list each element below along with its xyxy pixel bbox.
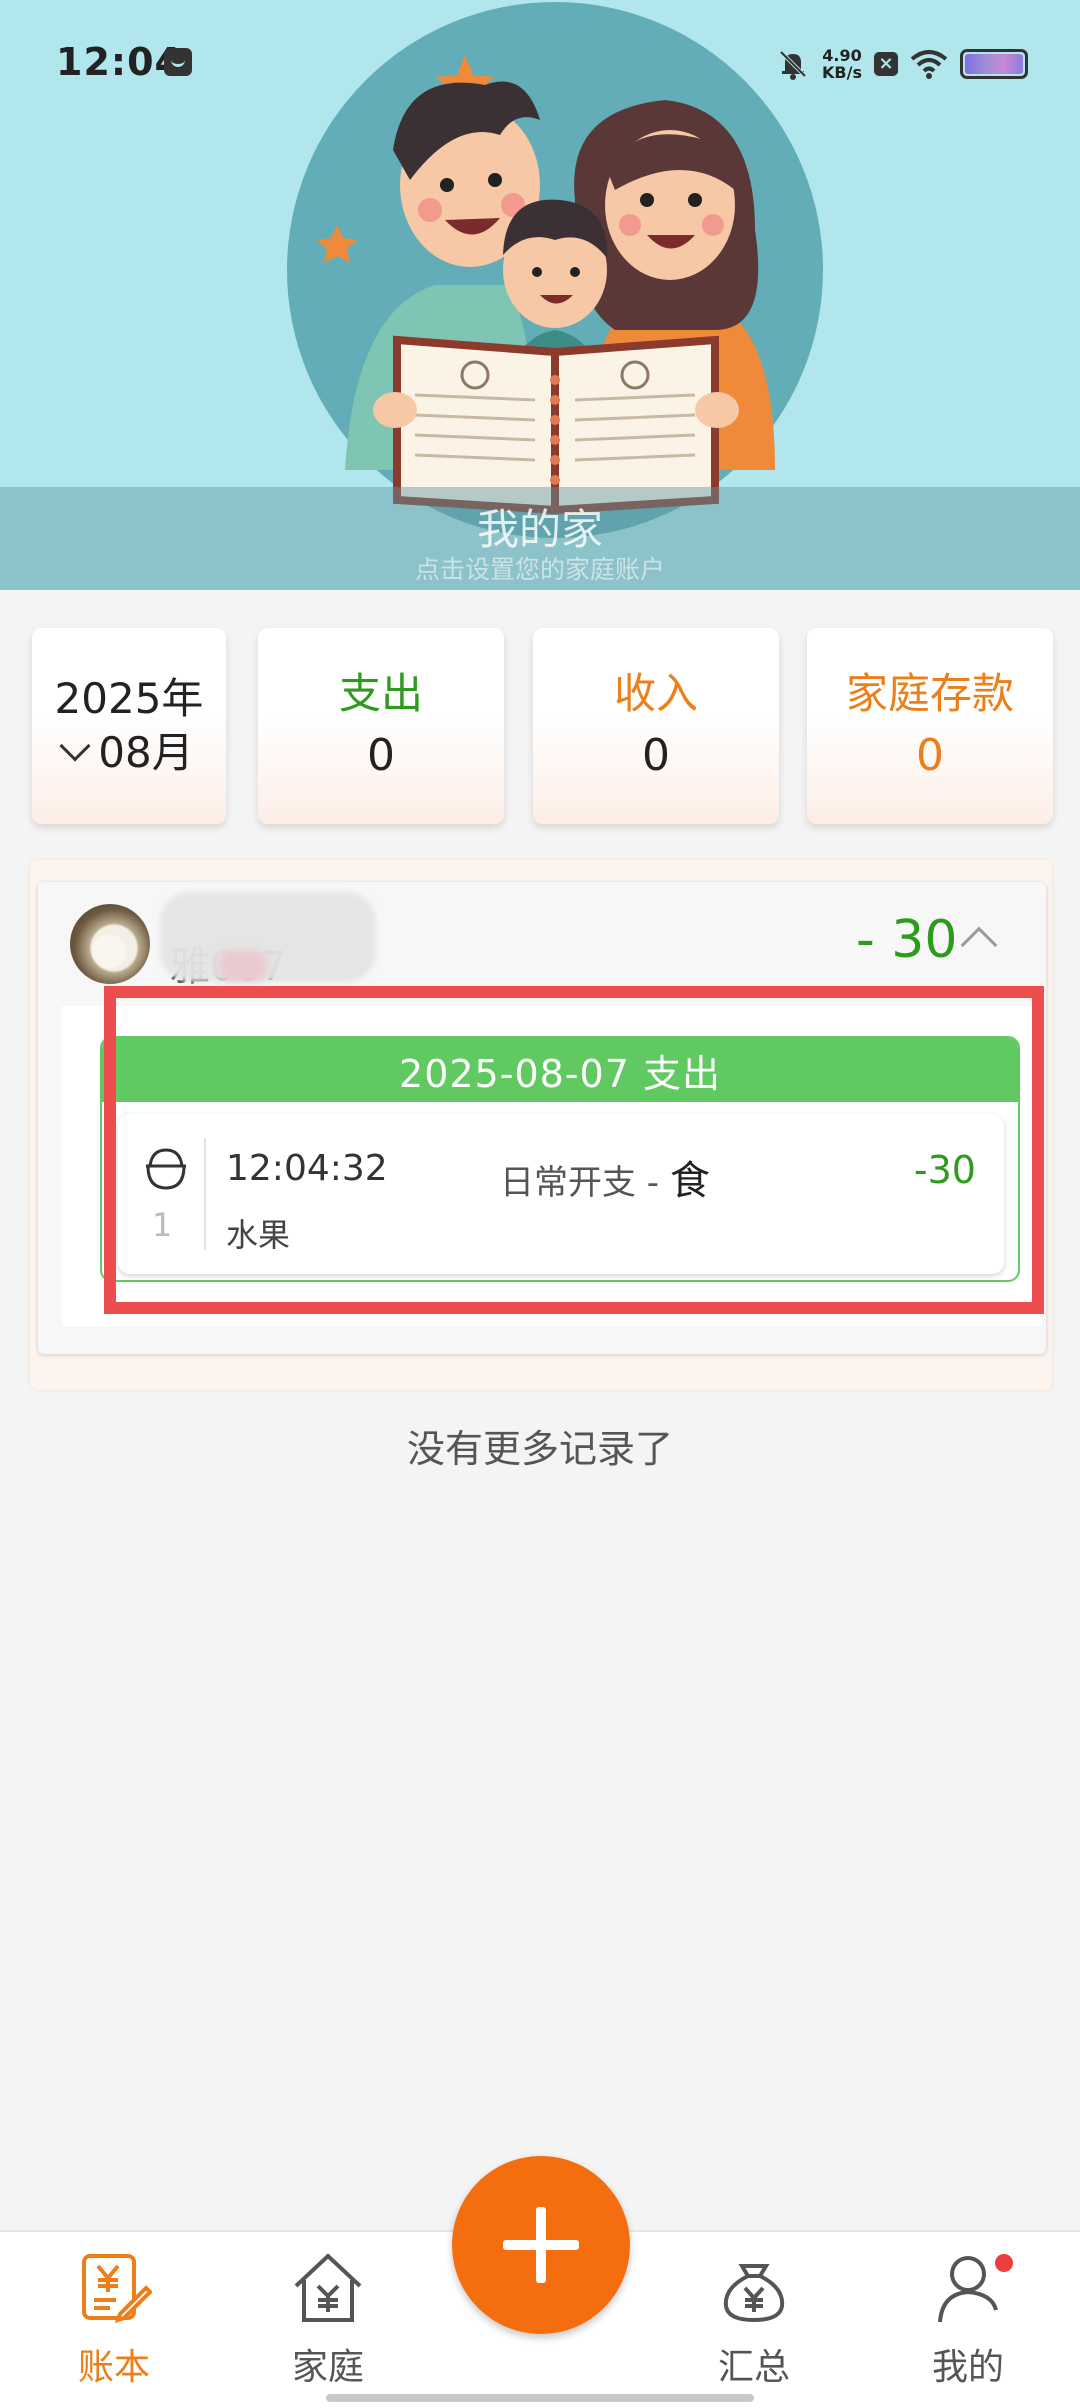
status-bar: 12:04 4.90 KB/s × <box>0 0 1080 130</box>
add-record-button[interactable] <box>452 2156 630 2334</box>
net-speed: 4.90 KB/s <box>822 47 862 81</box>
family-header[interactable]: 12:04 4.90 KB/s × 我的家 点击设置您的家庭账户 <box>0 0 1080 590</box>
avatar[interactable] <box>70 904 150 984</box>
expense-label: 支出 <box>338 669 423 718</box>
data-off-icon: × <box>874 52 898 76</box>
member-total: - 30 <box>856 910 958 970</box>
nav-ledger[interactable]: 账本 <box>14 2250 214 2400</box>
battery-fill <box>965 54 1023 74</box>
nav-mine[interactable]: 我的 <box>868 2250 1068 2400</box>
family-title[interactable]: 我的家 <box>0 496 1080 557</box>
house-icon <box>294 2253 362 2322</box>
expense-value: 0 <box>367 730 395 781</box>
savings-label: 家庭存款 <box>845 669 1014 718</box>
net-speed-value: 4.90 <box>822 46 862 65</box>
income-value: 0 <box>642 730 670 781</box>
savings-value: 0 <box>916 730 944 781</box>
net-speed-unit: KB/s <box>822 63 862 82</box>
name-redaction <box>160 892 376 982</box>
highlight-box <box>104 986 1044 1314</box>
ledger-icon <box>82 2254 152 2324</box>
expense-card[interactable]: 支出 0 <box>258 628 504 824</box>
income-label: 收入 <box>613 669 698 718</box>
message-icon <box>164 48 192 76</box>
month-picker[interactable]: 2025年 08月 <box>32 628 226 824</box>
nav-family[interactable]: 家庭 <box>228 2250 428 2400</box>
nav-mine-label: 我的 <box>931 2347 1004 2388</box>
chevron-down-icon <box>59 730 91 762</box>
wifi-icon <box>910 50 948 79</box>
summary-row: 2025年 08月 支出 0 收入 0 家庭存款 0 <box>32 628 1053 824</box>
name-redaction-spot <box>218 950 268 982</box>
nav-summary-label: 汇总 <box>717 2347 790 2388</box>
home-indicator[interactable] <box>326 2394 754 2402</box>
family-subtitle[interactable]: 点击设置您的家庭账户 <box>0 550 1080 586</box>
nav-ledger-label: 账本 <box>77 2347 150 2388</box>
year-label: 2025年 <box>54 674 204 723</box>
notification-dot <box>995 2254 1013 2272</box>
month-value: 08月 <box>98 728 194 777</box>
bell-mute-icon <box>779 50 807 80</box>
savings-card[interactable]: 家庭存款 0 <box>807 628 1053 824</box>
income-card[interactable]: 收入 0 <box>533 628 779 824</box>
money-bag-icon <box>723 2264 785 2323</box>
month-label: 08月 <box>59 726 194 780</box>
nav-summary[interactable]: 汇总 <box>654 2250 854 2400</box>
nav-family-label: 家庭 <box>291 2347 364 2388</box>
status-icons: 4.90 KB/s × <box>776 42 1028 86</box>
list-footer: 没有更多记录了 <box>406 1427 673 1471</box>
battery-icon <box>960 49 1028 79</box>
